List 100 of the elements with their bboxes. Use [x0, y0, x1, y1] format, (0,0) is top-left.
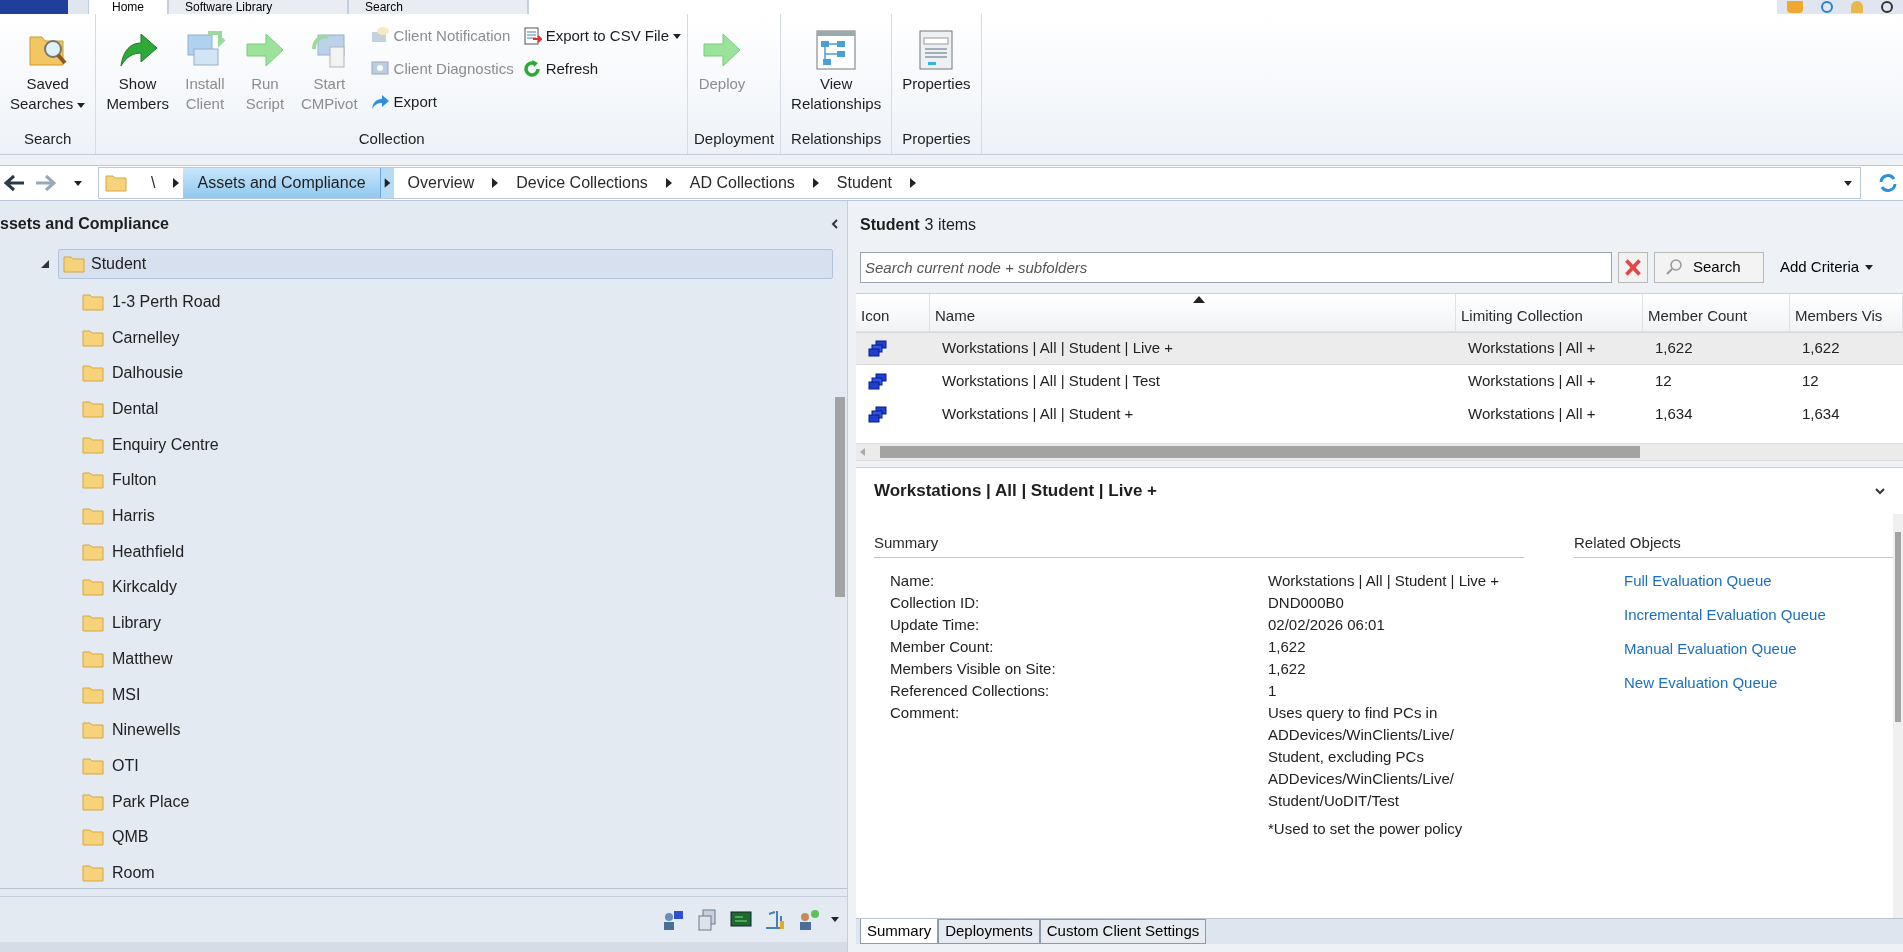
tree-item[interactable]: Carnelley — [80, 322, 182, 353]
tree-item[interactable]: Fulton — [80, 465, 159, 496]
properties-icon — [918, 29, 955, 71]
refresh-icon[interactable] — [1877, 172, 1899, 194]
detail-tab[interactable]: Summary — [860, 919, 939, 944]
pane-title: ssets and Compliance — [0, 214, 169, 234]
expander-icon[interactable] — [40, 258, 50, 269]
field-label: Comment: — [890, 702, 961, 723]
hierarchy-icon — [815, 29, 858, 71]
field-label: Members Visible on Site: — [890, 658, 1057, 679]
table-cell-text: 1,622 — [1654, 338, 1694, 359]
breadcrumb-item[interactable]: Device Collections — [502, 168, 662, 198]
breadcrumb-item[interactable]: Overview — [393, 168, 489, 198]
breadcrumb-item[interactable]: Assets and Compliance — [183, 168, 380, 198]
add-criteria-button[interactable]: Add Criteria — [1770, 251, 1884, 283]
collection-icon — [868, 405, 888, 424]
field-label: Collection ID: — [890, 592, 981, 613]
folder-icon — [82, 542, 104, 561]
column-header[interactable]: Members Vis — [1790, 294, 1903, 331]
folder-icon — [82, 328, 104, 347]
field-label: Member Count: — [890, 636, 995, 657]
tree-item[interactable]: Enquiry Centre — [80, 429, 221, 460]
tree-item[interactable]: Library — [80, 608, 163, 638]
table-cell-text: Workstations | All + — [1467, 371, 1597, 392]
related-link[interactable]: New Evaluation Queue — [1624, 671, 1778, 694]
item-count: 3 items — [924, 215, 977, 235]
related-link[interactable]: Manual Evaluation Queue — [1624, 637, 1797, 660]
tree-item[interactable]: Ninewells — [80, 715, 183, 746]
ribbon-group-label: Properties — [901, 129, 972, 149]
field-value: 02/02/2026 06:01 — [1268, 614, 1386, 635]
column-header[interactable]: Icon — [856, 294, 930, 331]
folder-icon — [82, 828, 104, 847]
ribbon-small-button[interactable]: Refresh — [521, 55, 682, 83]
search-field[interactable]: Search current node + subfolders — [860, 251, 1612, 283]
back-arrow-icon[interactable] — [2, 173, 26, 193]
ribbon-button[interactable]: View Relationships — [787, 28, 886, 114]
table-cell-text: Workstations | All | Student | Live + — [941, 338, 1175, 359]
vertical-scrollbar[interactable] — [1893, 514, 1903, 918]
folder-icon — [82, 578, 104, 597]
users-icon[interactable] — [797, 907, 821, 932]
column-header[interactable]: Limiting Collection — [1456, 294, 1643, 331]
tree-item[interactable]: QMB — [80, 822, 151, 853]
breadcrumb-item[interactable]: AD Collections — [675, 168, 809, 198]
column-header[interactable]: Member Count — [1643, 294, 1790, 331]
tree-item[interactable]: Kirkcaldy — [80, 572, 179, 603]
tree-item[interactable]: Harris — [80, 501, 157, 531]
related-link[interactable]: Full Evaluation Queue — [1624, 569, 1772, 592]
tree-item[interactable]: Park Place — [80, 786, 192, 817]
detail-tab[interactable]: Custom Client Settings — [1039, 919, 1207, 944]
related-link[interactable]: Incremental Evaluation Queue — [1624, 603, 1826, 626]
folder-icon — [82, 649, 104, 668]
ribbon-small-button[interactable]: Export — [369, 88, 514, 116]
ribbon-button[interactable]: Properties — [898, 28, 975, 94]
tree-item[interactable]: MSI — [80, 679, 143, 710]
folder-icon — [82, 507, 104, 526]
tree-item[interactable]: Matthew — [80, 644, 175, 674]
table-cell-text: 12 — [1801, 371, 1820, 392]
app-tab[interactable]: Search — [348, 0, 528, 14]
table-cell-text: Workstations | All + — [1467, 404, 1597, 425]
ribbon-group-label: Search — [22, 129, 73, 149]
folder-icon — [82, 792, 104, 811]
breadcrumb-item[interactable]: \ — [137, 168, 170, 198]
column-header[interactable]: Name — [930, 294, 1456, 331]
ribbon-button[interactable]: Show Members — [102, 28, 173, 114]
table-cell-text: 1,634 — [1801, 404, 1841, 425]
table-row[interactable]: Workstations | All | Student + Workstations | All + 1,634 1,634 — [856, 398, 1903, 431]
ribbon-small-button[interactable]: Export to CSV File — [521, 22, 682, 50]
field-value: Uses query to find PCs in ADDevices/WinClients/Live/ Student, excluding PCs ADDevices/WinClients/Live/ Student/UoDIT/Test — [1268, 702, 1455, 811]
collapse-icon[interactable] — [831, 219, 839, 229]
tree-item[interactable]: 1-3 Perth Road — [80, 287, 223, 317]
caret-icon — [77, 102, 86, 108]
tree-item[interactable]: Dalhousie — [80, 358, 186, 389]
forward-arrow-icon[interactable] — [34, 173, 58, 193]
more-caret-icon — [831, 917, 839, 922]
section-heading: Related Objects — [1574, 532, 1893, 558]
list-title: Student — [860, 215, 920, 235]
tree-item[interactable]: Dental — [80, 394, 161, 424]
detail-tab[interactable]: Deployments — [938, 919, 1040, 944]
search-field[interactable] — [528, 0, 1777, 14]
table-row[interactable]: Workstations | All | Student | Test Workstations | All + 12 12 — [856, 365, 1903, 398]
table-cell-text: Workstations | All | Student | Test — [941, 371, 1161, 392]
horizontal-scrollbar[interactable] — [856, 443, 1903, 461]
ribbon-button[interactable]: Saved Searches — [6, 28, 90, 114]
tree-item[interactable]: Student — [58, 248, 833, 279]
breadcrumb-item[interactable]: Student — [822, 168, 906, 198]
app-tab[interactable]: Software Library — [168, 0, 348, 14]
field-value: DND000B0 — [1268, 592, 1345, 613]
ribbon-group-label: Relationships — [790, 129, 883, 149]
search-button[interactable]: Search — [1654, 251, 1764, 283]
tree-item[interactable]: Heathfield — [80, 537, 187, 567]
folder-icon — [82, 685, 104, 704]
caret-icon — [673, 33, 682, 39]
tree-item[interactable]: Room — [80, 858, 157, 888]
clear-icon[interactable] — [1618, 251, 1648, 283]
tree-item[interactable]: OTI — [80, 751, 141, 781]
app-tab[interactable]: Home — [88, 0, 168, 14]
caret-icon — [1865, 264, 1874, 270]
table-cell-text: 1,634 — [1654, 404, 1694, 425]
table-row[interactable]: Workstations | All | Student | Live + Workstations | All + 1,622 1,622 — [856, 332, 1903, 365]
collapse-icon[interactable] — [1875, 487, 1885, 495]
